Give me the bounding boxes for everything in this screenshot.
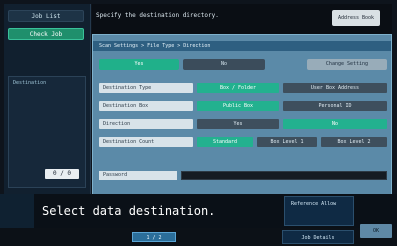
job-list-button[interactable]: Job List [8,10,84,22]
reference-allow-text: Reference Allow [291,201,337,207]
direction-label: Direction [99,119,193,129]
check-job-button[interactable]: Check Job [8,28,84,40]
destination-box-label: Destination Box [99,101,193,111]
tab-no[interactable]: No [183,59,265,70]
job-details-button[interactable]: Job Details [282,230,354,244]
ok-button[interactable]: OK [360,224,392,238]
password-field[interactable] [181,171,387,180]
change-setting-button[interactable]: Change Setting [307,59,387,70]
destination-type-option-2[interactable]: User Box Address [283,83,387,93]
tab-yes[interactable]: Yes [99,59,179,70]
password-label: Password [99,171,177,180]
screen-frame: Job List Check Job Destination 0 / 0 Spe… [0,0,397,246]
settings-dialog: Scan Settings > File Type > Direction Ye… [92,34,392,204]
reference-allow-panel[interactable]: Reference Allow [284,196,354,226]
address-book-button[interactable]: Address Book [332,10,380,26]
left-panel: Job List Check Job Destination 0 / 0 [4,4,91,204]
destination-count-option-3[interactable]: Box Level 2 [321,137,387,147]
page-counter: 0 / 0 [45,169,79,179]
destination-count-option-2[interactable]: Box Level 1 [257,137,317,147]
direction-option-yes[interactable]: Yes [197,119,279,129]
footer-page-indicator: 1 / 2 [132,232,176,242]
destination-count-label: Destination Count [99,137,193,147]
destination-count-option-1[interactable]: Standard [197,137,253,147]
destination-box-option-2[interactable]: Personal ID [283,101,387,111]
destination-list-title: Destination [13,80,47,86]
destination-type-label: Destination Type [99,83,193,93]
breadcrumb: Scan Settings > File Type > Direction [93,41,391,51]
page-title: Specify the destination directory. [96,12,219,19]
destination-box-option-1[interactable]: Public Box [197,101,279,111]
title-bar: Specify the destination directory. Addre… [92,4,392,34]
direction-option-no[interactable]: No [283,119,387,129]
destination-list-panel: Destination 0 / 0 [8,76,86,188]
footer: 1 / 2 Job Details [0,228,397,246]
message-left-tab [0,194,34,228]
message-text: Select data destination. [42,204,216,218]
message-bar: Select data destination. Reference Allow [0,194,397,228]
destination-type-option-1[interactable]: Box / Folder [197,83,279,93]
